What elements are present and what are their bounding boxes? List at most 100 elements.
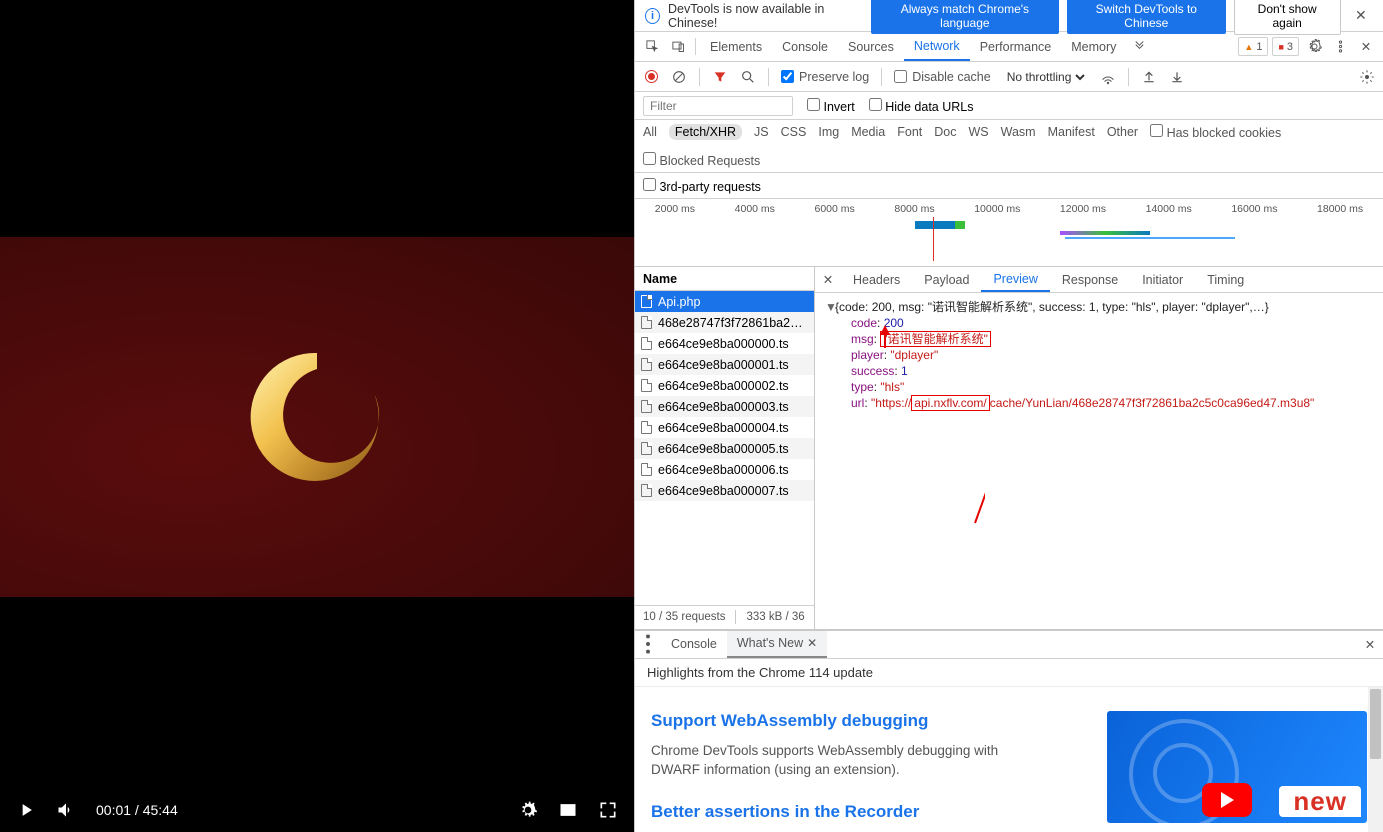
request-row[interactable]: e664ce9e8ba000003.ts [635, 396, 814, 417]
match-language-button[interactable]: Always match Chrome's language [871, 0, 1059, 34]
upload-har-icon[interactable] [1141, 69, 1157, 85]
type-css[interactable]: CSS [781, 125, 807, 139]
tab-memory[interactable]: Memory [1061, 32, 1126, 61]
download-har-icon[interactable] [1169, 69, 1185, 85]
settings-gear-icon[interactable] [1301, 32, 1327, 61]
network-toolbar: Preserve log Disable cache No throttling [635, 62, 1383, 92]
drawer-tab-whats-new[interactable]: What's New ✕ [727, 631, 827, 658]
dont-show-again-button[interactable]: Don't show again [1234, 0, 1341, 35]
type-manifest[interactable]: Manifest [1048, 125, 1095, 139]
detail-tab-headers[interactable]: Headers [841, 267, 912, 292]
drawer-kebab-icon[interactable] [635, 631, 661, 658]
feature-description: Chrome DevTools supports WebAssembly deb… [651, 741, 1011, 780]
detail-tab-preview[interactable]: Preview [981, 267, 1049, 292]
hide-data-urls-checkbox[interactable]: Hide data URLs [869, 98, 974, 114]
detail-tab-response[interactable]: Response [1050, 267, 1130, 292]
page-content: 00:01 / 45:44 [0, 0, 634, 832]
request-list: Name Api.php 468e28747f3f72861ba2c5... e… [635, 267, 815, 629]
request-row[interactable]: e664ce9e8ba000006.ts [635, 459, 814, 480]
player-controls: 00:01 / 45:44 [0, 788, 634, 832]
video-frame [0, 237, 634, 597]
request-type-filters: All Fetch/XHR JS CSS Img Media Font Doc … [635, 120, 1383, 173]
request-row[interactable]: e664ce9e8ba000007.ts [635, 480, 814, 501]
detail-tabs: ✕ Headers Payload Preview Response Initi… [815, 267, 1383, 293]
type-js[interactable]: JS [754, 125, 769, 139]
more-tabs-icon[interactable] [1126, 32, 1152, 61]
network-body: Name Api.php 468e28747f3f72861ba2c5... e… [635, 267, 1383, 630]
type-other[interactable]: Other [1107, 125, 1138, 139]
kebab-menu-icon[interactable] [1327, 32, 1353, 61]
type-fetch-xhr[interactable]: Fetch/XHR [669, 124, 742, 140]
volume-icon[interactable] [56, 800, 76, 820]
request-row[interactable]: e664ce9e8ba000001.ts [635, 354, 814, 375]
invert-checkbox[interactable]: Invert [807, 98, 855, 114]
switch-chinese-button[interactable]: Switch DevTools to Chinese [1067, 0, 1225, 34]
request-row[interactable]: 468e28747f3f72861ba2c5... [635, 312, 814, 333]
close-drawer-icon[interactable]: ✕ [1357, 631, 1383, 658]
request-row[interactable]: e664ce9e8ba000005.ts [635, 438, 814, 459]
play-icon[interactable] [16, 800, 36, 820]
blocked-cookies-checkbox[interactable]: Has blocked cookies [1150, 124, 1281, 140]
devtools-tabs: Elements Console Sources Network Perform… [635, 32, 1383, 62]
errors-badge[interactable]: 3 [1272, 37, 1299, 56]
network-timeline[interactable]: 2000 ms 4000 ms 6000 ms 8000 ms 10000 ms… [635, 199, 1383, 267]
throttling-select[interactable]: No throttling [1003, 69, 1088, 85]
feature-heading[interactable]: Better assertions in the Recorder [651, 802, 1087, 822]
feature-heading[interactable]: Support WebAssembly debugging [651, 711, 1087, 731]
blocked-requests-checkbox[interactable]: Blocked Requests [643, 152, 760, 168]
request-row[interactable]: Api.php [635, 291, 814, 312]
pip-icon[interactable] [558, 800, 578, 820]
tab-sources[interactable]: Sources [838, 32, 904, 61]
type-font[interactable]: Font [897, 125, 922, 139]
third-party-row: 3rd-party requests [635, 173, 1383, 199]
inspect-element-icon[interactable] [639, 32, 665, 61]
network-settings-gear-icon[interactable] [1359, 69, 1375, 85]
clear-icon[interactable] [671, 69, 687, 85]
search-icon[interactable] [740, 69, 756, 85]
settings-icon[interactable] [518, 800, 538, 820]
close-detail-icon[interactable]: ✕ [815, 267, 841, 292]
tab-console[interactable]: Console [772, 32, 838, 61]
filter-input[interactable] [643, 96, 793, 116]
tab-network[interactable]: Network [904, 32, 970, 61]
drawer-tab-console[interactable]: Console [661, 631, 727, 658]
tab-performance[interactable]: Performance [970, 32, 1062, 61]
file-icon [641, 463, 652, 476]
video-player[interactable] [0, 0, 634, 788]
close-banner-icon[interactable]: ✕ [1349, 7, 1373, 24]
loading-spinner-icon [237, 337, 397, 497]
close-tab-icon[interactable]: ✕ [807, 636, 817, 650]
disable-cache-checkbox[interactable]: Disable cache [894, 70, 991, 84]
scrollbar[interactable] [1368, 687, 1383, 832]
file-icon [641, 337, 652, 350]
request-row[interactable]: e664ce9e8ba000002.ts [635, 375, 814, 396]
fullscreen-icon[interactable] [598, 800, 618, 820]
type-wasm[interactable]: Wasm [1001, 125, 1036, 139]
type-media[interactable]: Media [851, 125, 885, 139]
highlights-heading: Highlights from the Chrome 114 update [635, 659, 1383, 687]
type-img[interactable]: Img [818, 125, 839, 139]
record-icon[interactable] [643, 69, 659, 85]
file-icon [641, 316, 652, 329]
warnings-badge[interactable]: 1 [1238, 37, 1268, 56]
detail-tab-initiator[interactable]: Initiator [1130, 267, 1195, 292]
devtools-panel: i DevTools is now available in Chinese! … [634, 0, 1383, 832]
filter-funnel-icon[interactable] [712, 69, 728, 85]
name-column-header[interactable]: Name [635, 267, 814, 291]
response-preview[interactable]: ▼{code: 200, msg: "诺讯智能解析系统", success: 1… [815, 293, 1383, 629]
detail-tab-timing[interactable]: Timing [1195, 267, 1256, 292]
video-thumbnail[interactable]: new [1107, 711, 1367, 823]
preserve-log-checkbox[interactable]: Preserve log [781, 70, 869, 84]
detail-tab-payload[interactable]: Payload [912, 267, 981, 292]
type-ws[interactable]: WS [968, 125, 988, 139]
whats-new-content: Support WebAssembly debugging Chrome Dev… [635, 687, 1383, 832]
request-row[interactable]: e664ce9e8ba000004.ts [635, 417, 814, 438]
request-row[interactable]: e664ce9e8ba000000.ts [635, 333, 814, 354]
type-all[interactable]: All [643, 125, 657, 139]
tab-elements[interactable]: Elements [700, 32, 772, 61]
type-doc[interactable]: Doc [934, 125, 956, 139]
third-party-checkbox[interactable]: 3rd-party requests [643, 178, 761, 194]
device-toolbar-icon[interactable] [665, 32, 691, 61]
network-conditions-icon[interactable] [1100, 69, 1116, 85]
close-devtools-icon[interactable]: ✕ [1353, 32, 1379, 61]
